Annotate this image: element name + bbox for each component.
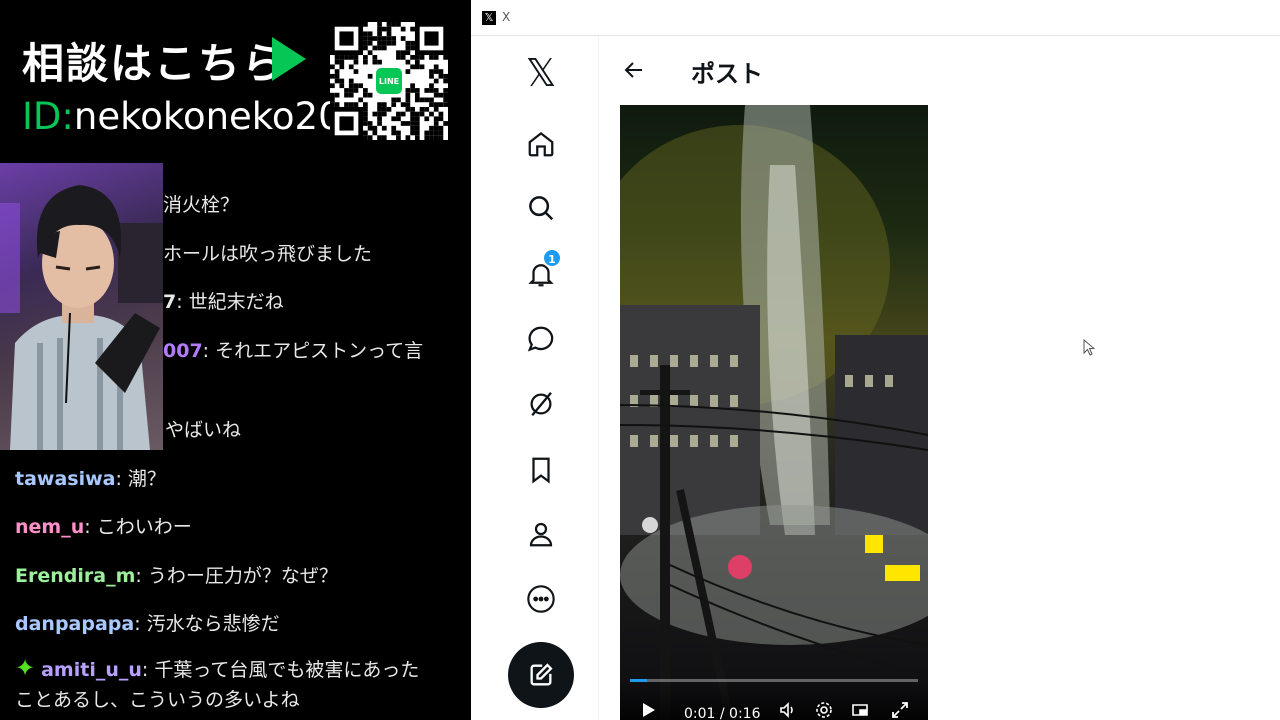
grok-icon[interactable] — [521, 384, 561, 424]
post-video[interactable]: 0:01 / 0:16 — [620, 105, 928, 720]
chat-message: nem_u: こわいわー — [15, 512, 192, 539]
video-time-readout: 0:01 / 0:16 — [684, 706, 761, 720]
line-qr-code: LINE — [330, 22, 448, 140]
browser-window: 𝕏 X 𝕏 1 ポスト 0:01 / 0:16 — [471, 0, 1280, 720]
chat-message: Erendira_m: うわー圧力が？なぜ？ — [15, 561, 338, 588]
back-arrow-icon — [624, 62, 642, 78]
window-titlebar: 𝕏 X — [471, 0, 1280, 36]
webcam-feed — [0, 163, 163, 450]
chat-message: tawasiwa: 潮？ — [15, 464, 166, 491]
chat-text: 消火栓？ — [163, 194, 240, 216]
mouse-cursor-icon — [1083, 339, 1095, 356]
chat-message: 7: 世紀末だね — [163, 287, 284, 314]
chat-text: : こわいわー — [84, 516, 192, 538]
notifications-icon[interactable]: 1 — [521, 248, 562, 294]
chat-message: 消火栓？ — [163, 190, 239, 217]
line-logo: LINE — [373, 65, 405, 97]
sparkle-icon: ✦ — [15, 654, 36, 682]
chat-text: : 世紀末だね — [176, 291, 284, 313]
chat-text: : うわー圧力が？なぜ？ — [135, 565, 338, 587]
settings-icon[interactable] — [814, 700, 834, 720]
x-favicon-icon: 𝕏 — [482, 11, 496, 25]
fullscreen-icon[interactable] — [890, 700, 910, 720]
line-logo-text: LINE — [378, 76, 400, 86]
chat-username: nem_u — [15, 516, 85, 538]
chat-text: : 汚水なら悲惨だ — [134, 613, 280, 635]
chat-username: tawasiwa — [15, 468, 116, 490]
x-sidebar: 𝕏 1 — [471, 36, 599, 720]
compose-post-button[interactable] — [508, 642, 574, 708]
x-logo-icon[interactable]: 𝕏 — [521, 53, 561, 93]
video-controls: 0:01 / 0:16 — [620, 679, 928, 720]
contact-banner: 相談はこちら ID:nekokoneko2018 LINE — [0, 0, 471, 163]
back-button[interactable] — [620, 56, 648, 84]
bookmarks-icon[interactable] — [521, 450, 561, 490]
play-arrow-icon — [272, 37, 306, 81]
chat-message: danpapapa: 汚水なら悲惨だ — [15, 609, 280, 636]
chat-text: ホールは吹っ飛びました — [163, 243, 373, 265]
play-icon[interactable] — [638, 700, 658, 720]
chat-text: : 潮？ — [115, 468, 166, 490]
chat-username: 7 — [163, 291, 177, 313]
main-column: ポスト 0:01 / 0:16 — [600, 36, 1280, 720]
chat-message: ホールは吹っ飛びました — [163, 239, 372, 266]
video-progress-fill — [630, 679, 648, 682]
chat-username: 007 — [163, 340, 203, 362]
explore-icon[interactable] — [521, 188, 561, 228]
divider — [432, 163, 472, 720]
chat-username: danpapapa — [15, 613, 135, 635]
more-icon[interactable] — [521, 579, 561, 619]
chat-message: 007: それエアピストンって言 — [163, 336, 432, 363]
messages-icon[interactable] — [521, 319, 561, 359]
window-title: X — [502, 10, 511, 24]
chat-message: やばいね — [165, 415, 241, 442]
video-progress-bar[interactable] — [630, 679, 918, 682]
chat-username: amiti_u_u — [41, 659, 142, 681]
video-frame — [620, 105, 928, 720]
compose-icon — [530, 663, 553, 686]
page-title: ポスト — [691, 60, 763, 88]
banner-title: 相談はこちら — [22, 39, 287, 88]
chat-message: ✦ amiti_u_u: 千葉って台風でも被害にあったことあるし、こういうの多いよ… — [15, 653, 435, 715]
picture-in-picture-icon[interactable] — [850, 700, 870, 720]
chat-text: : それエアピストンって言 — [202, 340, 424, 362]
streamer-image — [0, 185, 163, 450]
profile-icon[interactable] — [521, 514, 561, 554]
banner-id-prefix: ID: — [22, 95, 74, 138]
chat-text: やばいね — [165, 419, 242, 441]
notification-count-badge: 1 — [542, 248, 562, 268]
home-icon[interactable] — [521, 124, 561, 164]
volume-icon[interactable] — [778, 700, 798, 720]
chat-username: Erendira_m — [15, 565, 136, 587]
